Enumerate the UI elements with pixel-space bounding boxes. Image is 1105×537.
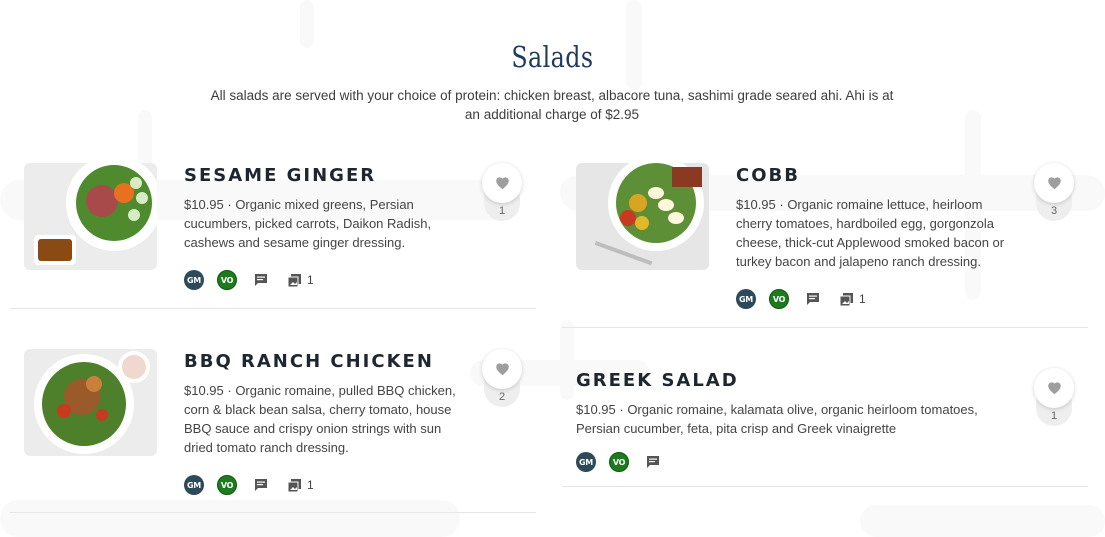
badge-gm: GM: [184, 270, 204, 290]
cobb-photo-image: [576, 163, 709, 270]
item-meta-row: GM VO: [576, 452, 680, 472]
favorite-button[interactable]: 1: [1034, 368, 1074, 426]
section-subtitle: All salads are served with your choice o…: [210, 88, 894, 122]
photo-count-value: 1: [307, 273, 314, 287]
like-count: 3: [1050, 205, 1058, 217]
comment-icon[interactable]: [254, 478, 268, 492]
badge-vo: VO: [609, 452, 629, 472]
favorite-button[interactable]: 2: [482, 349, 522, 407]
item-description: $10.95 · Organic romaine lettuce, heirlo…: [736, 197, 1005, 269]
favorite-button[interactable]: 1: [482, 163, 522, 221]
heart-icon: [1047, 177, 1061, 190]
item-name: GREEK SALAD: [576, 370, 739, 391]
sesame-ginger-photo-image: [24, 163, 157, 270]
photo-count[interactable]: 1: [288, 478, 314, 492]
badge-gm: GM: [184, 475, 204, 495]
menu-item-card[interactable]: BBQ RANCH CHICKEN $10.95 · Organic romai…: [10, 336, 536, 513]
item-photo[interactable]: [24, 163, 157, 270]
item-name: BBQ RANCH CHICKEN: [184, 351, 434, 372]
photo-count-value: 1: [859, 292, 866, 306]
photo-count-value: 1: [307, 478, 314, 492]
item-photo[interactable]: [576, 163, 709, 270]
item-meta-row: GM VO 1: [184, 270, 314, 290]
photo-icon: [840, 292, 853, 306]
favorite-button[interactable]: 3: [1034, 163, 1074, 221]
heart-icon: [495, 363, 509, 376]
comment-icon[interactable]: [254, 273, 268, 287]
badge-vo: VO: [769, 289, 789, 309]
item-meta-row: GM VO 1: [184, 475, 314, 495]
item-description: $10.95 · Organic mixed greens, Persian c…: [184, 197, 432, 250]
item-description: $10.95 · Organic romaine, kalamata olive…: [576, 402, 978, 436]
comment-icon[interactable]: [646, 455, 660, 469]
photo-count[interactable]: 1: [288, 273, 314, 287]
photo-icon: [288, 478, 301, 492]
badge-vo: VO: [217, 270, 237, 290]
item-name: SESAME GINGER: [184, 165, 377, 186]
photo-count[interactable]: 1: [840, 292, 866, 306]
comment-icon[interactable]: [806, 292, 820, 306]
bbq-ranch-chicken-photo-image: [24, 349, 157, 456]
menu-item-card[interactable]: SESAME GINGER $10.95 · Organic mixed gre…: [10, 150, 536, 309]
item-meta-row: GM VO 1: [736, 289, 866, 309]
like-count: 1: [1050, 410, 1058, 422]
item-description: $10.95 · Organic romaine, pulled BBQ chi…: [184, 383, 456, 455]
favorite-button-circle: [1034, 163, 1074, 203]
like-count: 1: [498, 205, 506, 217]
menu-item-card[interactable]: COBB $10.95 · Organic romaine lettuce, h…: [562, 150, 1088, 328]
badge-gm: GM: [576, 452, 596, 472]
badge-gm: GM: [736, 289, 756, 309]
like-count: 2: [498, 391, 506, 403]
favorite-button-circle: [482, 163, 522, 203]
badge-vo: VO: [217, 475, 237, 495]
favorite-button-circle: [482, 349, 522, 389]
item-name: COBB: [736, 165, 800, 186]
menu-item-card[interactable]: GREEK SALAD $10.95 · Organic romaine, ka…: [562, 355, 1088, 487]
favorite-button-circle: [1034, 368, 1074, 408]
item-photo[interactable]: [24, 349, 157, 456]
section-title: Salads: [511, 40, 594, 74]
heart-icon: [495, 177, 509, 190]
heart-icon: [1047, 382, 1061, 395]
photo-icon: [288, 273, 301, 287]
